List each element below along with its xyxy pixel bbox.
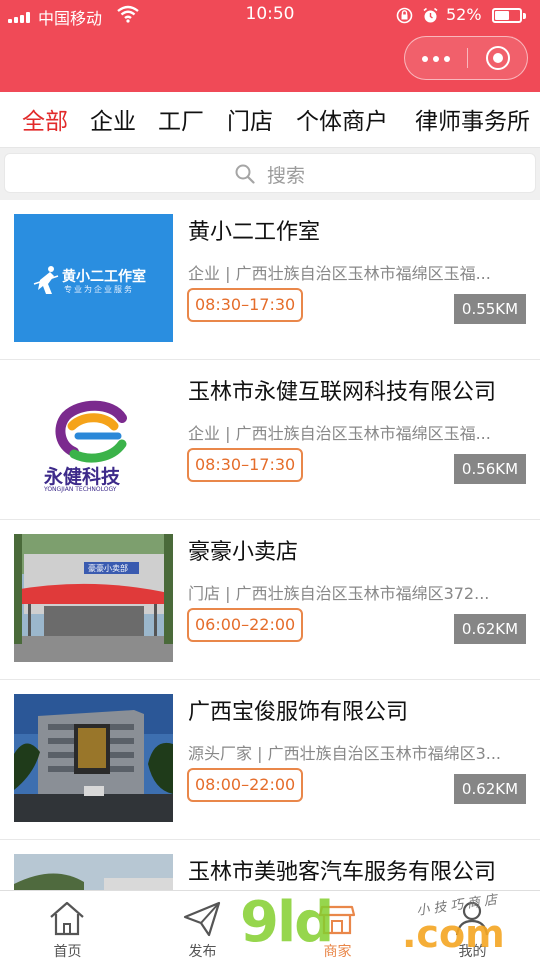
logo-subtext: 专业为企业服务 bbox=[64, 285, 134, 294]
orientation-lock-icon bbox=[396, 7, 413, 24]
list-item[interactable]: 广西宝俊服饰有限公司 源头厂家 | 广西壮族自治区玉林市福绵区3... 08:0… bbox=[0, 680, 540, 840]
business-hours-badge: 08:00–22:00 bbox=[187, 768, 304, 802]
store-icon bbox=[318, 905, 356, 935]
distance-badge: 0.55KM bbox=[454, 294, 526, 324]
tab-publish-label: 发布 bbox=[188, 944, 217, 960]
tab-publish[interactable]: 发布 bbox=[135, 891, 270, 960]
header: 中国移动 10:50 52% bbox=[0, 0, 540, 92]
merchant-thumbnail: 永健科技 YONGJIAN TECHNOLOGY bbox=[14, 374, 173, 502]
merchant-name: 玉林市永健互联网科技有限公司 bbox=[188, 380, 497, 405]
tab-home[interactable]: 首页 bbox=[0, 891, 135, 960]
tab-merchants[interactable]: 商家 bbox=[270, 891, 405, 960]
building-photo bbox=[14, 694, 173, 822]
distance-badge: 0.56KM bbox=[454, 454, 526, 484]
store-sign-text: 豪豪小卖部 bbox=[88, 564, 128, 573]
status-bar: 中国移动 10:50 52% bbox=[0, 0, 540, 32]
merchant-name: 黄小二工作室 bbox=[188, 220, 321, 245]
merchant-name: 广西宝俊服饰有限公司 bbox=[188, 700, 409, 725]
home-icon bbox=[50, 901, 84, 936]
tab-law-firm[interactable]: 律师事务所 bbox=[415, 102, 530, 136]
bottom-tab-bar: 首页 发布 商家 我的 bbox=[0, 890, 540, 960]
logo-text: 黄小二工作室 bbox=[62, 269, 146, 285]
merchant-list: 黄小二工作室 专业为企业服务 黄小二工作室 企业 | 广西壮族自治区玉林市福绵区… bbox=[0, 200, 540, 890]
user-icon bbox=[455, 901, 489, 936]
merchant-thumbnail bbox=[14, 854, 173, 890]
tab-all[interactable]: 全部 bbox=[22, 102, 68, 136]
logo-text: 永健科技 bbox=[44, 466, 121, 488]
merchant-thumbnail: 豪豪小卖部 bbox=[14, 534, 173, 662]
tab-merchants-label: 商家 bbox=[323, 944, 352, 960]
tab-factory[interactable]: 工厂 bbox=[158, 102, 204, 136]
business-hours-badge: 08:30–17:30 bbox=[187, 288, 304, 322]
distance-badge: 0.62KM bbox=[454, 614, 526, 644]
business-hours-badge: 08:30–17:30 bbox=[187, 448, 304, 482]
tab-mine[interactable]: 我的 bbox=[405, 891, 540, 960]
merchant-name: 玉林市美驰客汽车服务有限公司 bbox=[188, 860, 497, 885]
logo-subtext: YONGJIAN TECHNOLOGY bbox=[44, 486, 117, 493]
merchant-info: 企业 | 广西壮族自治区玉林市福绵区玉福... bbox=[188, 264, 491, 283]
tab-home-label: 首页 bbox=[53, 944, 82, 960]
merchant-info: 门店 | 广西壮族自治区玉林市福绵区372... bbox=[188, 584, 490, 603]
shop-photo bbox=[14, 854, 173, 890]
list-item[interactable]: 玉林市美驰客汽车服务有限公司 bbox=[0, 840, 540, 890]
list-item[interactable]: 豪豪小卖部 豪豪小卖店 门店 | 广西壮族自治区玉林市福绵区372... 06:… bbox=[0, 520, 540, 680]
close-miniprogram-icon[interactable] bbox=[467, 37, 529, 79]
tab-individual-merchant[interactable]: 个体商户 bbox=[296, 102, 388, 136]
category-tabs: 全部 企业 工厂 门店 个体商户 律师事务所 bbox=[0, 92, 540, 148]
more-icon[interactable] bbox=[405, 37, 467, 79]
miniprogram-capsule bbox=[404, 36, 528, 80]
merchant-name: 豪豪小卖店 bbox=[188, 540, 299, 565]
search-area: 搜索 bbox=[0, 148, 540, 200]
search-icon bbox=[235, 164, 255, 184]
merchant-thumbnail bbox=[14, 694, 173, 822]
merchant-info: 企业 | 广西壮族自治区玉林市福绵区玉福... bbox=[188, 424, 491, 443]
battery-percent: 52% bbox=[446, 5, 482, 24]
battery-icon bbox=[492, 8, 522, 23]
business-hours-badge: 06:00–22:00 bbox=[187, 608, 304, 642]
send-icon bbox=[183, 901, 221, 937]
search-input[interactable]: 搜索 bbox=[4, 153, 536, 193]
alarm-icon bbox=[423, 7, 438, 23]
tab-mine-label: 我的 bbox=[458, 944, 487, 960]
store-photo bbox=[14, 534, 173, 662]
search-placeholder: 搜索 bbox=[267, 165, 306, 187]
tab-enterprise[interactable]: 企业 bbox=[90, 102, 136, 136]
list-item[interactable]: 永健科技 YONGJIAN TECHNOLOGY 玉林市永健互联网科技有限公司 … bbox=[0, 360, 540, 520]
tab-store[interactable]: 门店 bbox=[227, 102, 273, 136]
distance-badge: 0.62KM bbox=[454, 774, 526, 804]
merchant-info: 源头厂家 | 广西壮族自治区玉林市福绵区3... bbox=[188, 744, 502, 763]
merchant-thumbnail: 黄小二工作室 专业为企业服务 bbox=[14, 214, 173, 342]
list-item[interactable]: 黄小二工作室 专业为企业服务 黄小二工作室 企业 | 广西壮族自治区玉林市福绵区… bbox=[0, 200, 540, 360]
